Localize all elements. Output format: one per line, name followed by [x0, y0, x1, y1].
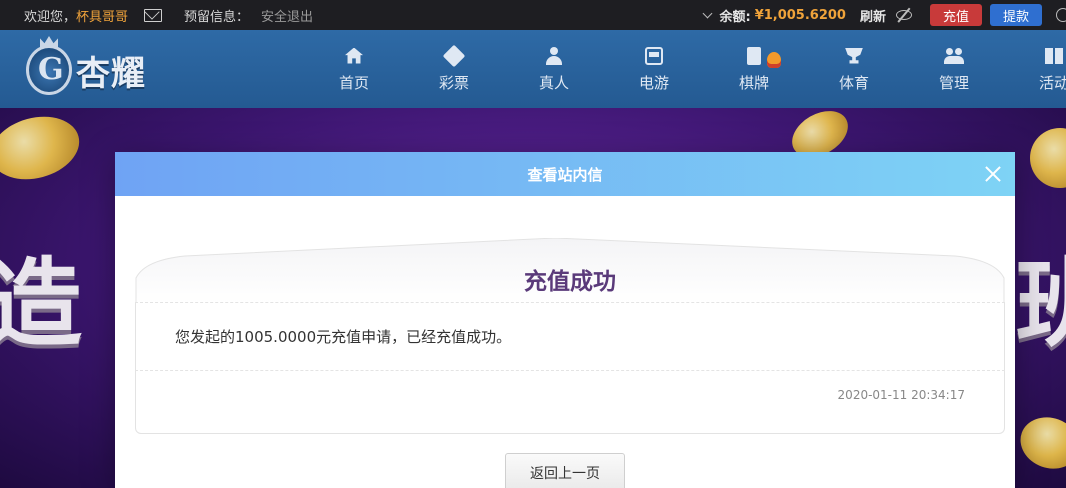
message-envelope: 充值成功 您发起的1005.0000元充值申请，已经充值成功。 2020-01-… [135, 238, 1005, 434]
reserve-info-label: 预留信息： [184, 9, 250, 25]
divider [135, 302, 1005, 303]
message-card [135, 302, 1005, 434]
username-link[interactable]: 杯具哥哥 [76, 6, 128, 25]
nav-item-label: 活动 [1038, 73, 1066, 92]
message-title: 充值成功 [524, 269, 616, 295]
ticket-icon [442, 44, 466, 67]
site-logo[interactable]: 杏耀 [26, 40, 176, 100]
more-icon[interactable] [1056, 8, 1066, 22]
coin-decoration [1030, 128, 1066, 188]
card-icon [747, 46, 761, 65]
mail-icon[interactable] [144, 8, 163, 22]
trophy-icon [845, 47, 863, 64]
balance-value: ¥1,005.6200 [754, 7, 846, 23]
nav-item-label: 棋牌 [738, 73, 769, 92]
withdraw-button[interactable]: 提款 [990, 4, 1042, 26]
person-icon [546, 46, 562, 65]
coin-decoration [0, 108, 87, 189]
coin-decoration [1013, 409, 1066, 477]
banner-right-text: 班 [1016, 248, 1066, 360]
refresh-link[interactable]: 刷新 [860, 6, 886, 25]
home-icon [345, 47, 363, 64]
nav-item-label: 首页 [338, 73, 369, 92]
close-icon[interactable] [983, 164, 1003, 184]
nav-item-label: 管理 [938, 73, 969, 92]
welcome-text: 欢迎您， [24, 9, 77, 25]
top-bar: 欢迎您， 杯具哥哥 预留信息： 安全退出 余额: ¥1,005.6200 刷新 … [0, 0, 1066, 30]
gift-icon [1045, 47, 1063, 64]
hide-balance-icon[interactable] [896, 10, 912, 20]
logo-crest-icon [26, 45, 72, 95]
message-timestamp: 2020-01-11 20:34:17 [837, 388, 965, 402]
message-body: 您发起的1005.0000元充值申请，已经充值成功。 [175, 328, 512, 346]
nav-item-manage[interactable]: 管理 [904, 30, 1004, 108]
users-icon [944, 47, 964, 64]
balance-label: 余额: [719, 9, 751, 25]
hot-badge-icon [767, 52, 781, 68]
nav-item-home[interactable]: 首页 [304, 30, 404, 108]
nav-item-slots[interactable]: 电游 [604, 30, 704, 108]
nav-item-label: 彩票 [438, 73, 469, 92]
nav-item-label: 体育 [838, 73, 869, 92]
nav-item-cards[interactable]: 棋牌 [704, 30, 804, 108]
divider [135, 370, 1005, 371]
logout-link[interactable]: 安全退出 [261, 6, 313, 25]
logo-brand-text: 杏耀 [76, 53, 146, 94]
nav-item-sports[interactable]: 体育 [804, 30, 904, 108]
nav-item-label: 电游 [638, 73, 669, 92]
dialog-title: 查看站内信 [527, 165, 603, 184]
main-nav: 杏耀 首页 彩票 真人 电游 棋牌 体育 管理 [0, 30, 1066, 108]
nav-item-live[interactable]: 真人 [504, 30, 604, 108]
message-dialog: 查看站内信 充值成功 您发起的1005.0000元充值申请，已经充值成功。 20… [115, 152, 1015, 488]
back-button[interactable]: 返回上一页 [505, 453, 625, 488]
banner-left-text: 造 [0, 248, 82, 360]
nav-item-label: 真人 [538, 73, 569, 92]
nav-item-lottery[interactable]: 彩票 [404, 30, 504, 108]
nav-item-promotions[interactable]: 活动 [1004, 30, 1066, 108]
slot-machine-icon [645, 46, 663, 65]
charge-button[interactable]: 充值 [930, 4, 982, 26]
chevron-down-icon[interactable] [703, 8, 713, 18]
dialog-header: 查看站内信 [115, 152, 1015, 196]
